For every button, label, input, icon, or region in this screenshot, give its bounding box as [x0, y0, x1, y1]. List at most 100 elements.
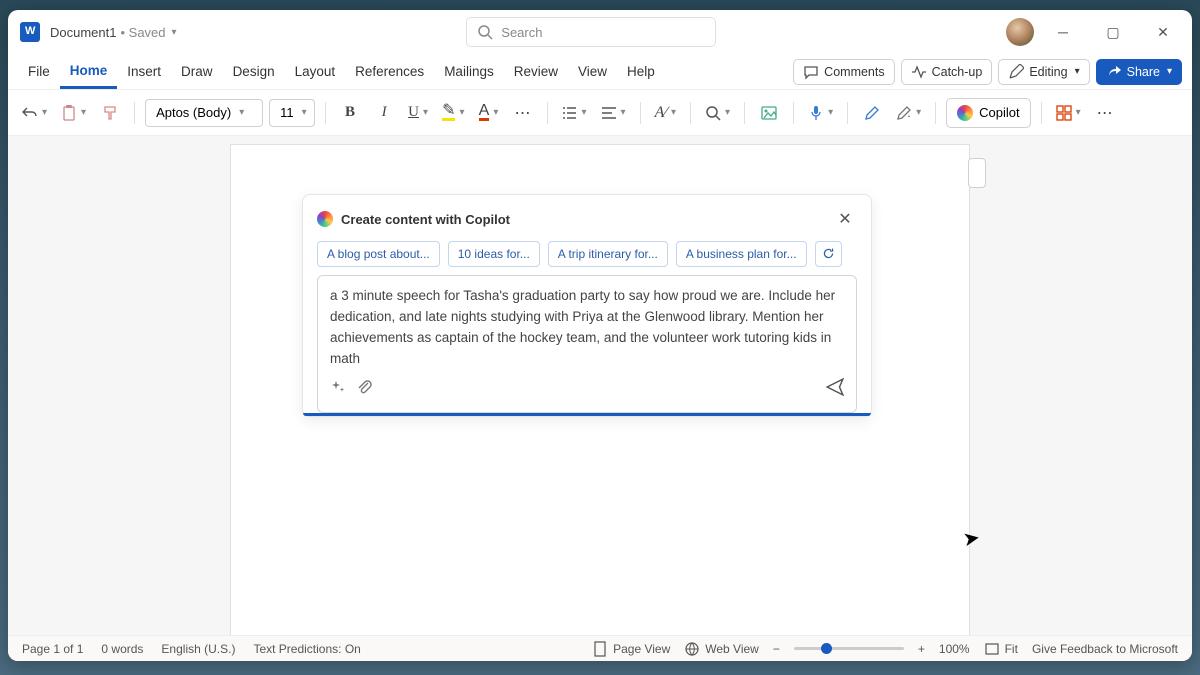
zoom-in-button[interactable]: + [918, 642, 925, 656]
more-formatting-button[interactable]: ⋯ [509, 98, 537, 128]
close-window-button[interactable]: ✕ [1142, 17, 1184, 47]
separator [690, 102, 691, 124]
grid-button[interactable]: ▾ [1052, 98, 1085, 128]
copilot-panel-title: Create content with Copilot [341, 212, 510, 227]
font-size-select[interactable]: 11 ▾ [269, 99, 315, 127]
font-color-button[interactable]: A▾ [475, 98, 503, 128]
highlight-button[interactable]: ✎▾ [438, 98, 468, 128]
search-icon [477, 24, 493, 40]
underline-button[interactable]: U▾ [404, 98, 432, 128]
ai-pen-button[interactable]: ▾ [892, 98, 925, 128]
document-status: • Saved [120, 25, 165, 40]
dictate-button[interactable]: ▾ [804, 98, 837, 128]
word-count[interactable]: 0 words [101, 642, 143, 656]
statusbar: Page 1 of 1 0 words English (U.S.) Text … [8, 635, 1192, 661]
maximize-button[interactable]: ▢ [1092, 17, 1134, 47]
document-canvas[interactable]: Create content with Copilot ✕ A blog pos… [8, 136, 1192, 635]
font-name-select[interactable]: Aptos (Body) ▾ [145, 99, 263, 127]
chevron-down-icon: ▾ [1076, 107, 1081, 118]
menu-draw[interactable]: Draw [171, 54, 223, 89]
fit-button[interactable]: Fit [984, 641, 1018, 657]
ellipsis-icon: ⋯ [1097, 103, 1113, 123]
menu-references[interactable]: References [345, 54, 434, 89]
minimize-button[interactable]: ─ [1042, 17, 1084, 47]
ribbon-toolbar: ▾ ▾ Aptos (Body) ▾ 11 ▾ B I U▾ ✎▾ A▾ ⋯ ▾ [8, 90, 1192, 136]
document-title[interactable]: Document1 • Saved ▾ [50, 25, 177, 40]
search-input[interactable]: Search [466, 17, 716, 47]
send-button[interactable] [826, 378, 844, 396]
font-name-value: Aptos (Body) [156, 105, 231, 120]
prompt-chip[interactable]: A blog post about... [317, 241, 440, 267]
language-indicator[interactable]: English (U.S.) [161, 642, 235, 656]
text-predictions[interactable]: Text Predictions: On [253, 642, 360, 656]
editing-label: Editing [1029, 65, 1067, 79]
menu-help[interactable]: Help [617, 54, 665, 89]
copilot-accent-bar [303, 413, 871, 416]
chevron-down-icon: ▾ [828, 107, 833, 118]
feedback-link[interactable]: Give Feedback to Microsoft [1032, 642, 1178, 656]
copilot-input-box[interactable]: a 3 minute speech for Tasha's graduation… [317, 275, 857, 413]
separator [935, 102, 936, 124]
attach-icon[interactable] [356, 379, 372, 395]
document-name: Document1 [50, 25, 116, 40]
fit-icon [984, 641, 1000, 657]
separator [325, 102, 326, 124]
sidebar-handle[interactable] [968, 158, 986, 188]
pen-icon [864, 105, 880, 121]
italic-button[interactable]: I [370, 98, 398, 128]
zoom-out-button[interactable]: − [773, 642, 780, 656]
prompt-chip[interactable]: A business plan for... [676, 241, 807, 267]
menu-mailings[interactable]: Mailings [434, 54, 504, 89]
menu-layout[interactable]: Layout [285, 54, 346, 89]
font-size-value: 11 [280, 105, 294, 120]
format-painter-button[interactable] [96, 98, 124, 128]
menu-review[interactable]: Review [504, 54, 568, 89]
share-label: Share [1127, 65, 1160, 79]
copilot-panel: Create content with Copilot ✕ A blog pos… [302, 194, 872, 417]
menu-home[interactable]: Home [60, 54, 118, 89]
copilot-label: Copilot [979, 105, 1019, 120]
clipboard-icon [61, 105, 77, 121]
align-button[interactable]: ▾ [597, 98, 630, 128]
menu-design[interactable]: Design [223, 54, 285, 89]
close-panel-button[interactable]: ✕ [833, 207, 857, 231]
separator [847, 102, 848, 124]
styles-icon: A⁄ [655, 104, 667, 122]
zoom-slider[interactable] [794, 647, 904, 650]
editing-mode-button[interactable]: Editing ▾ [998, 59, 1089, 85]
list-icon [562, 105, 578, 121]
styles-button[interactable]: A⁄ ▾ [651, 98, 680, 128]
bold-button[interactable]: B [336, 98, 364, 128]
prompt-chip[interactable]: 10 ideas for... [448, 241, 540, 267]
menu-view[interactable]: View [568, 54, 617, 89]
bullets-button[interactable]: ▾ [558, 98, 591, 128]
zoom-level[interactable]: 100% [939, 642, 970, 656]
prompt-chip[interactable]: A trip itinerary for... [548, 241, 668, 267]
comments-button[interactable]: Comments [793, 59, 894, 85]
sparkle-icon[interactable] [330, 379, 346, 395]
menu-insert[interactable]: Insert [117, 54, 171, 89]
editor-button[interactable] [858, 98, 886, 128]
chevron-down-icon: ▾ [493, 107, 498, 118]
catchup-button[interactable]: Catch-up [901, 59, 993, 85]
page-indicator[interactable]: Page 1 of 1 [22, 642, 83, 656]
copilot-prompt-text[interactable]: a 3 minute speech for Tasha's graduation… [330, 286, 844, 370]
separator [744, 102, 745, 124]
page-view-button[interactable]: Page View [592, 641, 670, 657]
font-color-icon: A [479, 105, 490, 121]
overflow-button[interactable]: ⋯ [1091, 98, 1119, 128]
undo-button[interactable]: ▾ [18, 98, 51, 128]
user-avatar[interactable] [1006, 18, 1034, 46]
refresh-chips-button[interactable] [815, 241, 842, 267]
sparkle-pen-icon [896, 105, 912, 121]
find-button[interactable]: ▾ [701, 98, 734, 128]
brush-icon [102, 105, 118, 121]
page-icon [592, 641, 608, 657]
copilot-button[interactable]: Copilot [946, 98, 1030, 128]
media-button[interactable] [755, 98, 783, 128]
web-view-button[interactable]: Web View [684, 641, 759, 657]
menu-file[interactable]: File [18, 54, 60, 89]
slider-thumb[interactable] [821, 643, 832, 654]
share-button[interactable]: Share ▾ [1096, 59, 1182, 85]
paste-button[interactable]: ▾ [57, 98, 90, 128]
